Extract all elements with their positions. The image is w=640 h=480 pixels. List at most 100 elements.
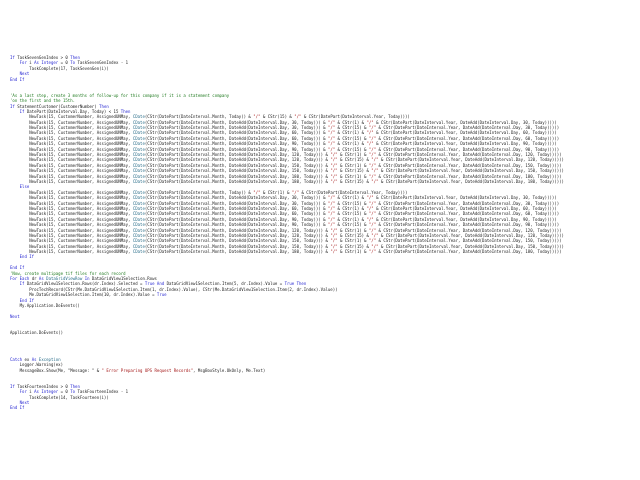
code-text-area[interactable]: If TaskSevenGenIndex > 0 Then For i As I… (10, 55, 635, 465)
code-token: "/" (368, 146, 377, 152)
code-line: NewTask(15, CustomerNumber, AssignedUNMa… (10, 249, 635, 254)
code-token: (CStr(DatePart(DateInterval.Month, DateA… (144, 216, 328, 222)
code-token: DataGridView1Selection.Rows (91, 276, 157, 282)
code-token: "/" (366, 195, 374, 201)
code-token: ProcTechRecord(CStr(Me.DataGridView1Sele… (10, 286, 338, 292)
code-token: (CStr(DatePart(DateInterval.Month, DateA… (144, 162, 331, 168)
code-token: "/" (330, 173, 338, 179)
code-token: NewTask(15, CustomerNumber, AssignedUNMa… (10, 141, 133, 147)
code-token: & CStr(15) & (335, 222, 369, 228)
code-token: & CStr(15) & (260, 114, 295, 120)
code-token: "/" (330, 168, 338, 174)
code-token: If (10, 281, 27, 287)
code-token: End If (10, 405, 25, 411)
code-editor[interactable]: If TaskSevenGenIndex > 0 Then For i As I… (0, 0, 640, 480)
code-token: "/" (366, 205, 374, 211)
code-token: & CStr(DatePart(DateInterval.Year, DateA… (376, 227, 562, 233)
code-token: NewTask(15, CustomerNumber, AssignedUNMa… (10, 135, 133, 141)
code-token: (CStr(DatePart(DateInterval.Month, DateA… (144, 130, 328, 136)
code-token: 'As a last step, create 3 months of foll… (10, 92, 230, 98)
code-token: NewTask(15, CustomerNumber, AssignedUNMa… (10, 162, 133, 168)
code-token: & CStr(1) & (335, 205, 367, 211)
code-token: NewTask(15, CustomerNumber, AssignedUNMa… (10, 130, 133, 136)
code-token: & CStr(DatePart(DateInterval.Year, DateA… (378, 232, 564, 238)
code-token: CDate (132, 162, 145, 168)
code-token: & CStr(15) & (335, 146, 369, 152)
code-token: (CStr(DatePart(DateInterval.Month, Today… (144, 114, 254, 120)
code-token: Then (70, 383, 80, 389)
code-token: CDate (132, 125, 145, 131)
code-token: NewTask(15, CustomerNumber, AssignedUNMa… (10, 211, 133, 217)
code-token: ex (24, 356, 32, 362)
code-token: & CStr(DatePart(DateInterval.Year, DateA… (378, 178, 564, 184)
code-token: "/" (368, 227, 377, 233)
code-token: NewTask(15, CustomerNumber, AssignedUNMa… (10, 146, 133, 152)
code-token: Application.DoEvents() (10, 329, 63, 335)
code-token: "/" (371, 157, 379, 163)
code-token: & CStr(1) & (337, 152, 369, 158)
code-token: StatementCustomer(CustomerNumber) (17, 103, 100, 109)
code-token: For Each (10, 276, 32, 282)
code-token: & CStr(DatePart(DateInterval.Year, DateA… (373, 216, 557, 222)
code-token: As Integer (34, 60, 61, 66)
code-token: & CStr(DatePart(DateInterval.Year, DateA… (373, 205, 557, 211)
code-token: Catch (10, 356, 25, 362)
code-token: & CStr(1) & (335, 130, 367, 136)
code-token: CDate (132, 200, 145, 206)
code-token: & CStr(DatePart(DateInterval.Year, DateA… (376, 135, 560, 141)
code-token: CDate (132, 232, 145, 238)
code-token: "/" (368, 249, 377, 255)
code-line: NewTask(15, CustomerNumber, AssignedUNMa… (10, 179, 635, 184)
code-token: CDate (132, 195, 145, 201)
code-token: & CStr(DatePart(DateInterval.Year, DateA… (373, 195, 557, 201)
code-token: NewTask(15, CustomerNumber, AssignedUNMa… (10, 216, 133, 222)
code-token: CDate (132, 227, 145, 233)
code-token: Exception (38, 356, 61, 362)
code-token: (CStr(DatePart(DateInterval.Month, DateA… (144, 200, 328, 206)
code-token: & CStr(15) & (337, 168, 372, 174)
code-token: & CStr(15) & (337, 157, 372, 163)
code-token: & CStr(1) & (260, 189, 292, 195)
code-token: NewTask(15, CustomerNumber, AssignedUNMa… (10, 114, 133, 120)
code-token: True Then (284, 281, 307, 287)
code-token: CDate (132, 243, 145, 249)
code-token: (CStr(DatePart(DateInterval.Month, DateA… (144, 222, 328, 228)
code-token: As Integer (34, 389, 61, 395)
code-token: "/" (366, 119, 374, 125)
code-token: NewTask(15, CustomerNumber, AssignedUNMa… (10, 157, 133, 163)
code-token: My.Application.DoEvents() (10, 302, 80, 308)
code-token: = 0 (60, 60, 71, 66)
code-token: (CStr(DatePart(DateInterval.Month, DateA… (144, 125, 328, 131)
code-token: & CStr(DatePart(DateInterval.Year, DateA… (376, 249, 562, 255)
code-token: Logger.Warning(ex) (10, 362, 63, 368)
code-token: (CStr(DatePart(DateInterval.Month, DateA… (144, 152, 331, 158)
code-token: "/" (366, 216, 374, 222)
code-token: CDate (132, 135, 145, 141)
code-token: & CStr(DatePart(DateInterval.Year, DateA… (378, 243, 564, 249)
code-token: "/" (330, 249, 338, 255)
code-token: (CStr(DatePart(DateInterval.Month, DateA… (144, 195, 328, 201)
code-token: "/" (330, 243, 338, 249)
code-token: End If (10, 76, 25, 82)
code-token: NewTask(15, CustomerNumber, AssignedUNMa… (10, 178, 133, 184)
code-token: If (10, 108, 27, 114)
code-token: MessageBox.Show(Me, "Message: " & (10, 367, 102, 373)
code-token: "/" (368, 135, 377, 141)
code-token: "/" (368, 173, 377, 179)
code-token: CDate (132, 141, 145, 147)
code-token: (CStr(DatePart(DateInterval.Month, DateA… (144, 157, 331, 163)
code-token: (CStr(DatePart(DateInterval.Month, DateA… (144, 146, 328, 152)
code-token: & CStr(DatePart(DateInterval.Year, DateA… (373, 141, 557, 147)
code-token: DatePart(DateInterval.Day, Today) < 15 (26, 108, 121, 114)
code-token: Next (10, 313, 20, 319)
code-token: & CStr(1) & (337, 238, 369, 244)
code-token: TaskComplete(14, TaskFourteen(i)) (10, 394, 109, 400)
code-token: "/" (368, 125, 377, 131)
code-token: Else (10, 184, 30, 190)
code-token: NewTask(15, CustomerNumber, AssignedUNMa… (10, 173, 133, 179)
code-token: End If (10, 297, 35, 303)
code-token: (CStr(DatePart(DateInterval.Month, Today… (144, 189, 254, 195)
code-token: "/" (371, 178, 379, 184)
code-token: & CStr(DatePart(DateInterval.Year, DateA… (373, 130, 557, 136)
code-token: "/" (371, 232, 379, 238)
